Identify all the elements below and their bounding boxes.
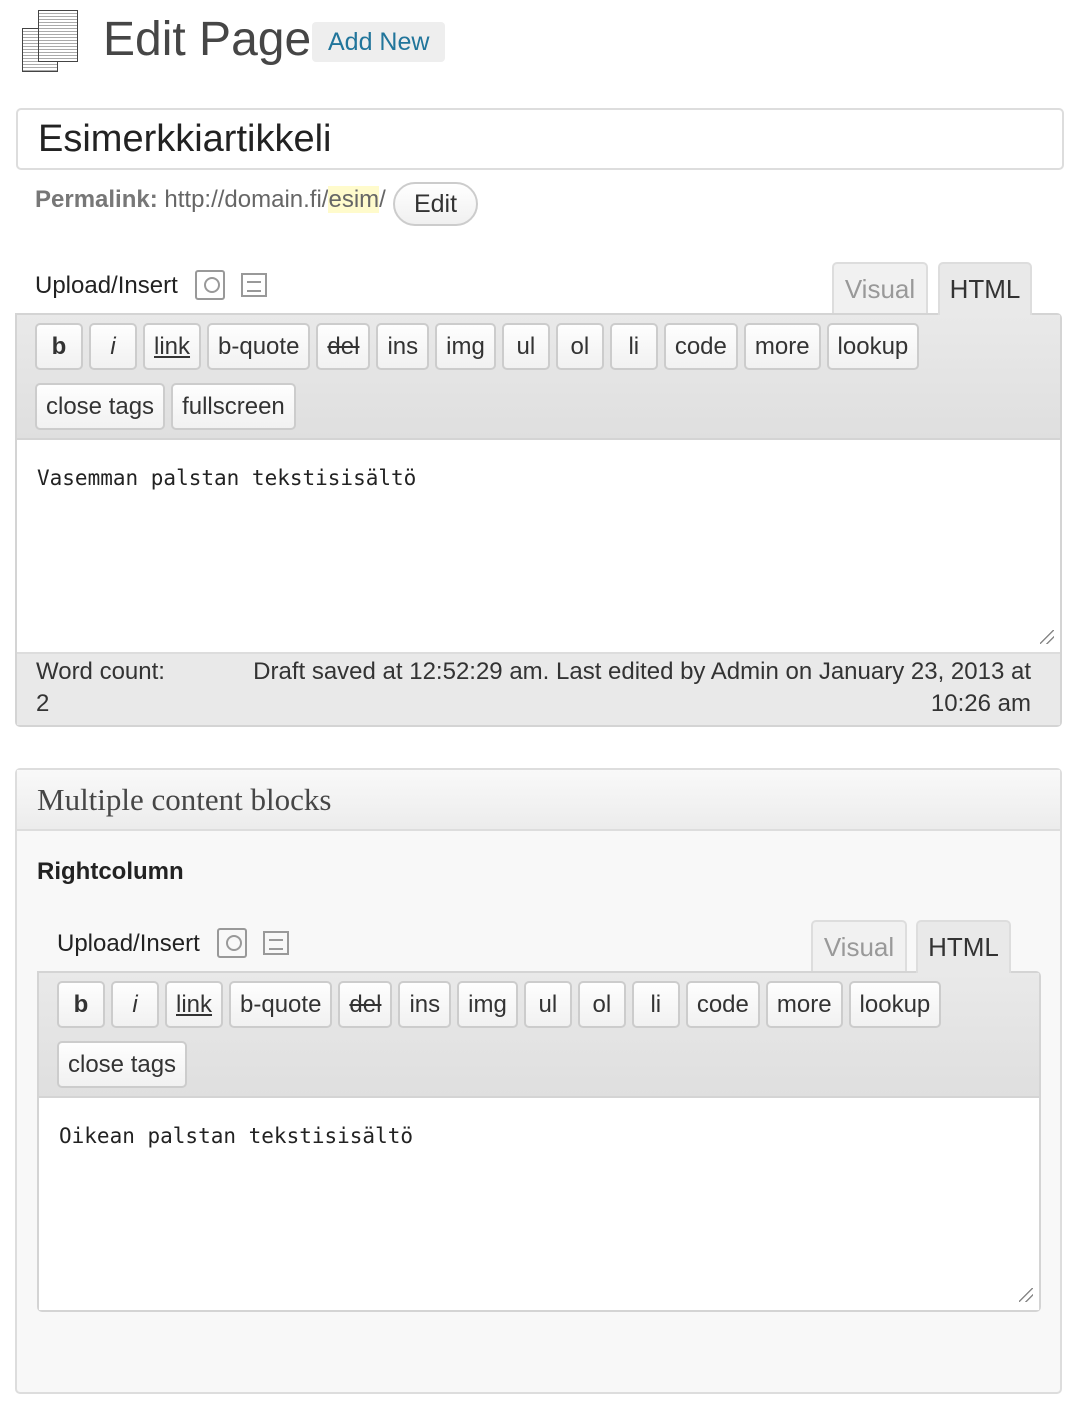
quicktags-toolbar: b i link b-quote del ins img ul ol li code more look… (39, 973, 1039, 1098)
permalink-tail: / (379, 186, 386, 213)
permalink-edit-button[interactable]: Edit (393, 182, 478, 226)
qt-button-fullscreen[interactable]: fullscreen (171, 383, 296, 430)
add-media-icon[interactable] (217, 928, 247, 958)
word-count-value: 2 (36, 690, 50, 717)
qt-button-del[interactable]: del (338, 981, 393, 1028)
resize-handle[interactable] (1019, 1288, 1033, 1302)
panel-title[interactable]: Multiple content blocks (17, 770, 1060, 831)
qt-button-lookup[interactable]: lookup (826, 323, 920, 370)
qt-button-more[interactable]: more (743, 323, 821, 370)
multiple-content-blocks-panel: Multiple content blocks Rightcolumn Uplo… (15, 768, 1062, 1394)
qt-button-img[interactable]: img (457, 981, 518, 1028)
last-edited-time: 10:26 am (930, 690, 1031, 717)
upload-insert-label: Upload/Insert (35, 272, 178, 299)
content-textarea[interactable]: Oikean palstan tekstisisältö (39, 1098, 1039, 1310)
permalink-label: Permalink: (35, 186, 158, 213)
qt-button-ins[interactable]: ins (398, 981, 452, 1028)
add-new-button[interactable]: Add New (312, 22, 446, 62)
add-form-icon[interactable] (263, 931, 289, 955)
tab-html[interactable]: HTML (938, 262, 1032, 315)
permalink-base: http://domain.fi/ (164, 186, 329, 213)
add-form-icon[interactable] (241, 273, 267, 297)
qt-button-b[interactable]: b (57, 981, 105, 1028)
permalink: Permalink: http://domain.fi/esim/ (35, 186, 386, 214)
qt-button-b-quote[interactable]: b-quote (229, 981, 333, 1028)
content-textarea[interactable]: Vasemman palstan tekstisisältö (17, 440, 1060, 652)
qt-button-li[interactable]: li (631, 981, 680, 1028)
block-label: Rightcolumn (37, 858, 184, 885)
qt-button-close-tags[interactable]: close tags (57, 1041, 188, 1088)
qt-button-i[interactable]: i (89, 323, 137, 370)
qt-button-link[interactable]: link (143, 323, 202, 370)
qt-button-del[interactable]: del (316, 323, 371, 370)
tab-html[interactable]: HTML (916, 920, 1011, 973)
qt-button-li[interactable]: li (609, 323, 658, 370)
qt-button-link[interactable]: link (165, 981, 224, 1028)
quicktags-toolbar: b i link b-quote del ins img ul ol li code more look… (17, 315, 1060, 440)
qt-button-more[interactable]: more (765, 981, 843, 1028)
qt-button-close-tags[interactable]: close tags (35, 383, 166, 430)
content-text: Oikean palstan tekstisisältö (59, 1124, 414, 1148)
word-count-label: Word count: (36, 658, 165, 685)
permalink-slug[interactable]: esim (328, 186, 380, 213)
qt-button-lookup[interactable]: lookup (848, 981, 942, 1028)
tab-visual[interactable]: Visual (832, 262, 928, 313)
qt-button-ol[interactable]: ol (555, 323, 604, 370)
qt-button-code[interactable]: code (685, 981, 760, 1028)
qt-button-ol[interactable]: ol (577, 981, 626, 1028)
editor-footer: Word count: 2 Draft saved at 12:52:29 am… (17, 652, 1060, 725)
resize-handle[interactable] (1040, 630, 1054, 644)
draft-status: Draft saved at 12:52:29 am. Last edited … (253, 658, 1031, 685)
qt-button-ul[interactable]: ul (523, 981, 572, 1028)
tab-visual[interactable]: Visual (811, 920, 907, 971)
qt-button-ul[interactable]: ul (501, 323, 550, 370)
title-input[interactable]: Esimerkkiartikkeli (16, 108, 1064, 170)
qt-button-code[interactable]: code (663, 323, 738, 370)
pages-icon (22, 10, 80, 74)
qt-button-b-quote[interactable]: b-quote (207, 323, 311, 370)
qt-button-img[interactable]: img (435, 323, 496, 370)
editor-rightcolumn: Upload/Insert Visual HTML b i link b-quote d… (37, 920, 1041, 1312)
content-text: Vasemman palstan tekstisisältö (37, 466, 417, 490)
add-media-icon[interactable] (195, 270, 225, 300)
page-title: Edit Page (103, 13, 312, 66)
qt-button-i[interactable]: i (111, 981, 159, 1028)
editor-main: Upload/Insert Visual HTML b i link b-quote d… (15, 262, 1062, 727)
qt-button-ins[interactable]: ins (376, 323, 430, 370)
upload-insert-label: Upload/Insert (57, 930, 200, 957)
qt-button-b[interactable]: b (35, 323, 83, 370)
